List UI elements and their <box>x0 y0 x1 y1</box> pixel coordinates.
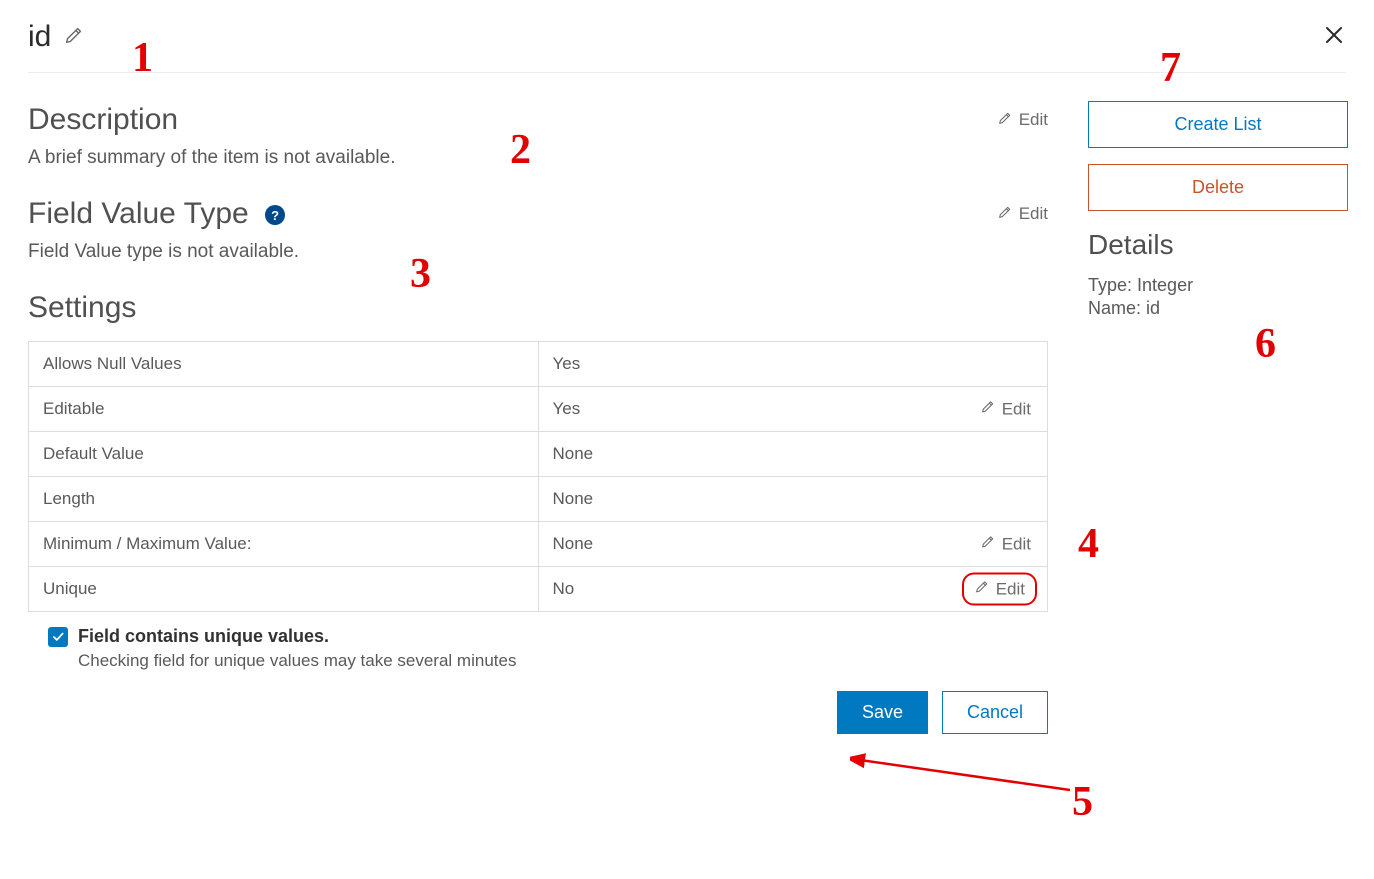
save-button[interactable]: Save <box>837 691 928 734</box>
field-value-type-heading: Field Value Type ? <box>28 197 285 231</box>
cell-label: Allows Null Values <box>29 342 539 387</box>
details-type: Type: Integer <box>1088 275 1348 296</box>
row-allows-null: Allows Null Values Yes <box>29 342 1048 387</box>
cell-label: Unique <box>29 567 539 612</box>
cell-value: None <box>538 432 1048 477</box>
description-heading: Description <box>28 103 178 137</box>
row-unique: Unique No Edit <box>29 567 1048 612</box>
delete-button[interactable]: Delete <box>1088 164 1348 211</box>
settings-table: Allows Null Values Yes Editable Yes Edit… <box>28 341 1048 612</box>
details-name: Name: id <box>1088 298 1348 319</box>
details-heading: Details <box>1088 229 1348 261</box>
cancel-button[interactable]: Cancel <box>942 691 1048 734</box>
unique-checkbox-label: Field contains unique values. <box>78 626 329 647</box>
edit-label: Edit <box>1019 110 1048 130</box>
header-row: id <box>28 20 1346 73</box>
row-minmax: Minimum / Maximum Value: None Edit <box>29 522 1048 567</box>
help-icon[interactable]: ? <box>265 205 285 225</box>
row-length: Length None <box>29 477 1048 522</box>
close-button[interactable] <box>1322 23 1346 52</box>
cell-label: Minimum / Maximum Value: <box>29 522 539 567</box>
edit-editable-button[interactable]: Edit <box>974 397 1037 422</box>
edit-title-icon[interactable] <box>63 24 85 51</box>
cell-value: Yes <box>538 342 1048 387</box>
settings-heading: Settings <box>28 291 1048 325</box>
row-editable: Editable Yes Edit <box>29 387 1048 432</box>
field-title: id <box>28 20 51 54</box>
cell-label: Default Value <box>29 432 539 477</box>
row-default-value: Default Value None <box>29 432 1048 477</box>
cell-value: None Edit <box>538 522 1048 567</box>
cell-label: Length <box>29 477 539 522</box>
callout-5: 5 <box>1072 778 1093 826</box>
edit-minmax-button[interactable]: Edit <box>974 532 1037 557</box>
edit-fieldvaluetype-button[interactable]: Edit <box>997 204 1048 225</box>
unique-checkbox[interactable] <box>48 627 68 647</box>
cell-value: None <box>538 477 1048 522</box>
edit-description-button[interactable]: Edit <box>997 110 1048 131</box>
field-value-type-text: Field Value type is not available. <box>28 241 1048 263</box>
cell-value: No Edit <box>538 567 1048 612</box>
create-list-button[interactable]: Create List <box>1088 101 1348 148</box>
unique-checkbox-sub: Checking field for unique values may tak… <box>78 651 1048 671</box>
cell-value: Yes Edit <box>538 387 1048 432</box>
edit-unique-button[interactable]: Edit <box>962 573 1037 606</box>
cell-label: Editable <box>29 387 539 432</box>
description-text: A brief summary of the item is not avail… <box>28 147 1048 169</box>
edit-label: Edit <box>1019 204 1048 224</box>
